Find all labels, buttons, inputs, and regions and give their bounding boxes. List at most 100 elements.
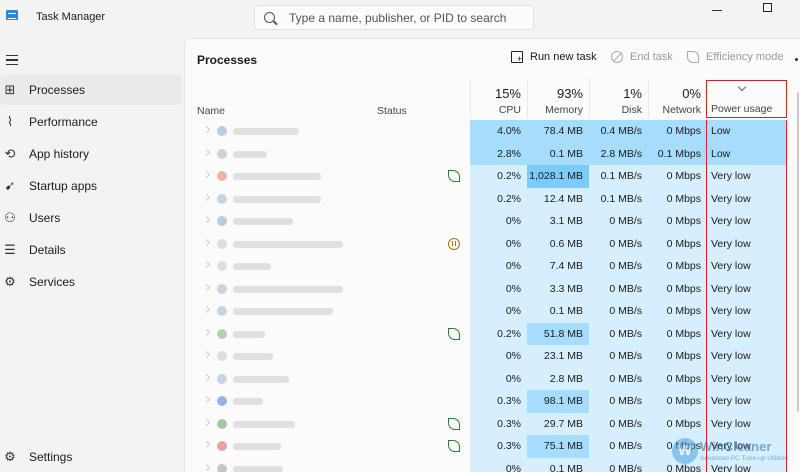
disk-cell: 0.1 MB/s [589,187,648,210]
efficiency-leaf-icon [687,51,699,63]
table-row[interactable]: 0.3% 29.7 MB 0 MB/s 0 Mbps Very low [185,412,800,435]
table-row[interactable]: 0% 3.1 MB 0 MB/s 0 Mbps Very low [185,210,800,233]
power-usage-cell: Very low [707,412,787,435]
redacted-process-name [233,150,267,158]
cpu-cell: 0.2% [470,322,527,345]
table-row[interactable]: 0.2% 12.4 MB 0.1 MB/s 0 Mbps Very low [185,187,800,211]
redacted-process-name [233,353,273,360]
network-cell: 0 Mbps [648,300,707,323]
table-row[interactable]: 0% 0.6 MB 0 MB/s 0 Mbps Very low [185,232,800,255]
status-cell [372,278,470,301]
expand-chevron-icon[interactable] [202,350,211,359]
expand-chevron-icon[interactable] [202,395,211,404]
more-options-icon[interactable] [795,58,798,61]
search-input[interactable] [289,9,519,27]
table-row[interactable]: 0.3% 98.1 MB 0 MB/s 0 Mbps Very low [185,390,800,413]
expand-chevron-icon[interactable] [202,440,211,449]
menu-icon[interactable] [6,55,18,65]
table-row[interactable]: 4.0% 78.4 MB 0.4 MB/s 0 Mbps Low [185,120,800,143]
memory-total: 93% [556,86,583,101]
status-cell [372,458,470,472]
memory-cell: 2.8 MB [527,367,589,390]
expand-chevron-icon[interactable] [202,305,211,314]
redacted-process-name [233,420,295,428]
expand-chevron-icon[interactable] [202,260,211,269]
efficiency-mode-label: Efficiency mode [706,51,784,63]
network-label: Network [662,104,701,116]
cpu-cell: 0% [470,210,527,233]
table-row[interactable]: 0.2% 51.8 MB 0 MB/s 0 Mbps Very low [185,322,800,345]
process-icon [217,193,227,204]
column-header-memory[interactable]: 93% Memory [527,79,589,119]
new-task-icon [511,51,523,64]
table-row[interactable]: 0.2% 1,028.1 MB 0.1 MB/s 0 Mbps Very low [185,165,800,188]
expand-chevron-icon[interactable] [202,148,211,156]
processes-icon: ⊞ [4,82,16,97]
table-row[interactable]: 0% 2.8 MB 0 MB/s 0 Mbps Very low [185,367,800,391]
table-row[interactable]: 0% 3.3 MB 0 MB/s 0 Mbps Very low [185,277,800,301]
column-header-disk[interactable]: 1% Disk [589,79,648,119]
expand-chevron-icon[interactable] [202,170,211,179]
maximize-button[interactable] [763,3,772,12]
nav-item-processes[interactable]: ⊞ Processes [0,75,182,105]
column-header-status[interactable]: Status [377,105,407,117]
table-row[interactable]: 0% 7.4 MB 0 MB/s 0 Mbps Very low [185,255,800,278]
column-header-cpu[interactable]: 15% CPU [470,79,527,119]
process-icon [217,328,227,339]
column-header-power-usage[interactable]: Power usage [706,80,787,118]
disk-cell: 0 MB/s [589,255,648,278]
process-name-cell [185,278,372,301]
disk-cell: 0 MB/s [589,367,648,390]
cpu-cell: 0.2% [470,165,527,188]
cpu-cell: 0.3% [470,390,527,413]
nav-item-settings[interactable]: ⚙ Settings [0,446,182,468]
cpu-cell: 0.3% [470,435,527,458]
process-icon [217,441,227,451]
run-new-task-button[interactable]: Run new task [511,51,597,64]
end-task-button[interactable]: End task [611,51,673,63]
status-cell [372,188,470,211]
end-task-icon [611,51,623,63]
expand-chevron-icon[interactable] [202,215,211,224]
nav-label: Processes [29,83,86,97]
nav-item-details[interactable]: ☰ Details [0,235,182,265]
expand-chevron-icon[interactable] [202,328,211,336]
watermark-text: WinCleaner [700,439,772,454]
process-name-cell [185,390,372,413]
scrollbar[interactable] [797,92,799,412]
end-task-label: End task [630,51,673,63]
processes-pane: Processes Run new task End task Efficien… [184,38,800,472]
expand-chevron-icon[interactable] [202,193,211,201]
nav-item-services[interactable]: ⚙ Services [0,267,182,297]
nav-item-performance[interactable]: ⌇ Performance [0,107,182,137]
expand-chevron-icon[interactable] [202,418,211,426]
disk-cell: 0 MB/s [589,300,648,323]
power-usage-cell: Very low [707,187,787,210]
expand-chevron-icon[interactable] [202,283,211,291]
expand-chevron-icon[interactable] [202,238,211,246]
status-cell [372,368,470,391]
power-usage-cell: Very low [707,300,787,323]
column-header-name[interactable]: Name [197,105,225,117]
expand-chevron-icon[interactable] [202,463,211,471]
redacted-process-name [233,218,293,225]
expand-chevron-icon[interactable] [202,373,211,381]
power-usage-cell: Very low [707,345,787,368]
search-box[interactable] [254,5,534,30]
cpu-cell: 4.0% [470,120,527,143]
table-row[interactable]: 0% 23.1 MB 0 MB/s 0 Mbps Very low [185,345,800,368]
nav-item-startup-apps[interactable]: ➹ Startup apps [0,171,182,201]
expand-chevron-icon[interactable] [202,125,211,134]
process-name-cell [185,458,372,472]
table-row[interactable]: 0% 0.1 MB 0 MB/s 0 Mbps Very low [185,300,800,323]
column-header-network[interactable]: 0% Network [648,79,707,119]
process-icon [217,238,227,249]
nav-item-app-history[interactable]: ⟲ App history [0,139,182,169]
redacted-process-name [233,195,321,203]
minimize-button[interactable] [712,10,722,11]
nav-item-users[interactable]: ⚇ Users [0,203,182,233]
efficiency-mode-button[interactable]: Efficiency mode [687,51,783,63]
disk-cell: 0 MB/s [589,345,648,368]
disk-cell: 2.8 MB/s [589,142,648,165]
table-row[interactable]: 2.8% 0.1 MB 2.8 MB/s 0.1 Mbps Low [185,142,800,165]
